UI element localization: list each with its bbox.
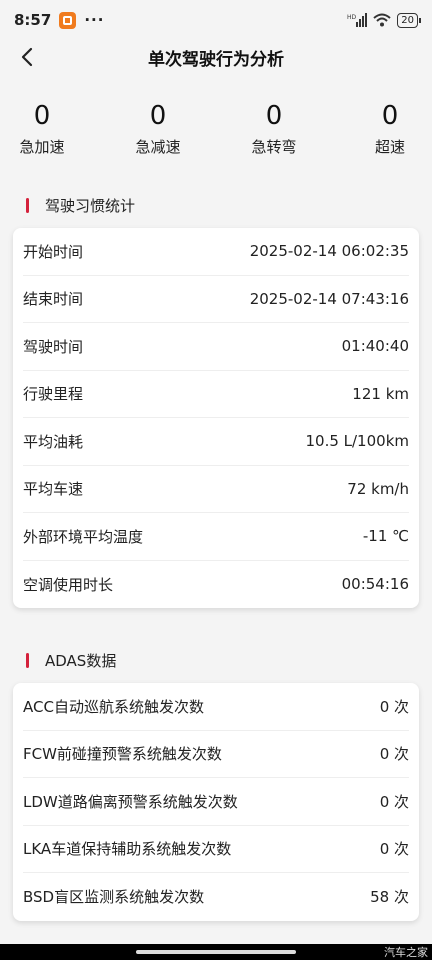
battery-icon: 20 <box>397 12 421 28</box>
section-driving-habits-title: 驾驶习惯统计 <box>26 195 135 216</box>
row-value: 2025-02-14 07:43:16 <box>249 289 409 308</box>
list-item: 平均油耗 10.5 L/100km <box>23 418 409 466</box>
list-item: 外部环境平均温度 -11 ℃ <box>23 513 409 561</box>
row-key: 平均车速 <box>23 480 84 499</box>
behavior-stats: 0 急加速 0 急减速 0 急转弯 0 超速 <box>0 100 432 170</box>
row-value: 121 km <box>352 384 409 403</box>
list-item: LKA车道保持辅助系统触发次数 0 次 <box>23 826 409 873</box>
watermark: 汽车之家 <box>384 946 428 959</box>
stat-speeding: 0 超速 <box>350 100 430 157</box>
row-value: 0 次 <box>379 745 409 764</box>
row-key: BSD盲区监测系统触发次数 <box>23 888 205 907</box>
app-notification-icon <box>59 11 77 29</box>
row-key: ACC自动巡航系统触发次数 <box>23 697 204 716</box>
row-key: LKA车道保持辅助系统触发次数 <box>23 840 232 859</box>
signal-icon: HD <box>347 13 368 27</box>
row-value: 2025-02-14 06:02:35 <box>249 242 409 261</box>
section-title-text: 驾驶习惯统计 <box>45 197 136 215</box>
status-time: 8:57 <box>14 11 52 29</box>
wifi-icon <box>373 13 391 27</box>
row-key: FCW前碰撞预警系统触发次数 <box>23 745 222 764</box>
stat-hard-acceleration: 0 急加速 <box>2 100 82 157</box>
row-value: 01:40:40 <box>341 337 409 356</box>
row-key: 平均油耗 <box>23 432 84 451</box>
row-value: -11 ℃ <box>362 527 409 546</box>
list-item: ACC自动巡航系统触发次数 0 次 <box>23 683 409 731</box>
stat-value: 0 <box>265 101 283 131</box>
driving-habits-card: 开始时间 2025-02-14 06:02:35 结束时间 2025-02-14 0… <box>13 228 419 608</box>
row-key: 空调使用时长 <box>23 575 114 594</box>
stat-value: 0 <box>149 101 167 131</box>
list-item: 开始时间 2025-02-14 06:02:35 <box>23 228 409 276</box>
row-key: 行驶里程 <box>23 385 84 404</box>
row-value: 0 次 <box>379 697 409 716</box>
adas-card: ACC自动巡航系统触发次数 0 次 FCW前碰撞预警系统触发次数 0 次 LDW道路… <box>13 683 419 921</box>
row-key: 驾驶时间 <box>23 337 84 356</box>
chevron-left-icon <box>21 47 33 67</box>
more-notifications-icon: ··· <box>84 11 105 29</box>
stat-label: 急减速 <box>135 138 181 156</box>
stat-label: 急加速 <box>19 138 65 156</box>
section-title-text: ADAS数据 <box>45 652 117 670</box>
row-key: 外部环境平均温度 <box>23 527 144 546</box>
svg-text:HD: HD <box>347 14 357 21</box>
stat-hard-braking: 0 急减速 <box>118 100 198 157</box>
row-key: 结束时间 <box>23 290 84 309</box>
status-bar: 8:57 ··· HD 20 <box>0 0 432 40</box>
list-item: FCW前碰撞预警系统触发次数 0 次 <box>23 731 409 778</box>
row-value: 0 次 <box>379 792 409 811</box>
stat-value: 0 <box>33 101 51 131</box>
row-value: 58 次 <box>370 888 409 907</box>
home-indicator[interactable] <box>136 950 296 954</box>
list-item: 空调使用时长 00:54:16 <box>23 561 409 609</box>
row-value: 0 次 <box>379 840 409 859</box>
list-item: 结束时间 2025-02-14 07:43:16 <box>23 276 409 323</box>
row-key: LDW道路偏离预警系统触发次数 <box>23 792 238 811</box>
page-title: 单次驾驶行为分析 <box>148 49 284 70</box>
page-header: 单次驾驶行为分析 <box>0 40 432 74</box>
list-item: 行驶里程 121 km <box>23 371 409 418</box>
list-item: 驾驶时间 01:40:40 <box>23 323 409 371</box>
stat-label: 急转弯 <box>251 138 297 156</box>
status-icons: HD 20 <box>347 12 421 28</box>
row-value: 72 km/h <box>347 479 409 498</box>
section-accent-bar <box>26 653 29 668</box>
list-item: LDW道路偏离预警系统触发次数 0 次 <box>23 778 409 826</box>
stat-label: 超速 <box>374 138 405 156</box>
row-value: 00:54:16 <box>341 575 409 594</box>
stat-value: 0 <box>381 101 399 131</box>
section-adas-title: ADAS数据 <box>26 650 116 671</box>
back-button[interactable] <box>14 44 40 70</box>
list-item: 平均车速 72 km/h <box>23 466 409 513</box>
list-item: BSD盲区监测系统触发次数 58 次 <box>23 873 409 921</box>
section-accent-bar <box>26 198 29 213</box>
row-key: 开始时间 <box>23 242 84 261</box>
stat-sharp-turn: 0 急转弯 <box>234 100 314 157</box>
row-value: 10.5 L/100km <box>305 432 409 451</box>
